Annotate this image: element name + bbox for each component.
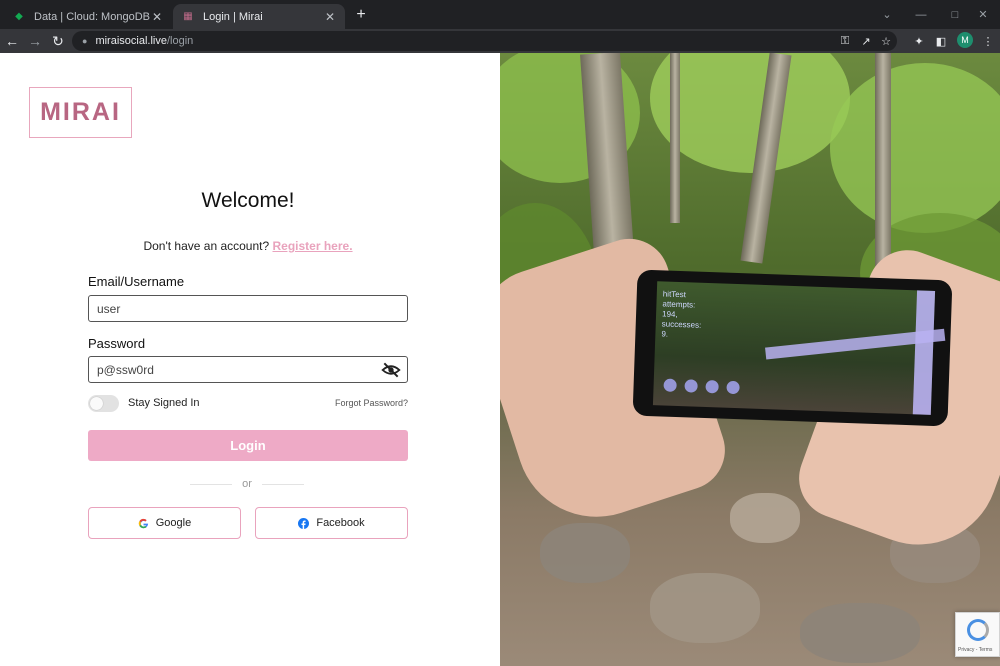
menu-icon[interactable]: ⋮: [980, 33, 996, 49]
register-link[interactable]: Register here.: [273, 239, 353, 253]
recaptcha-badge[interactable]: Privacy - Terms: [955, 612, 1000, 657]
back-icon[interactable]: ←: [3, 32, 21, 50]
stay-signed-in-label: Stay Signed In: [128, 397, 200, 409]
facebook-label: Facebook: [316, 517, 365, 529]
login-panel: MIRAI Welcome! Don't have an account? Re…: [0, 53, 500, 666]
key-icon[interactable]: ⚿: [837, 33, 853, 49]
eye-slash-icon[interactable]: [381, 361, 401, 379]
divider-line: [190, 483, 233, 485]
rock: [800, 603, 920, 663]
share-icon[interactable]: ↗: [858, 33, 874, 49]
mirai-logo[interactable]: MIRAI: [29, 87, 132, 138]
mongodb-leaf-icon: ◆: [15, 11, 23, 22]
browser-tab-mirai[interactable]: ▦ Login | Mirai ✕: [173, 4, 345, 29]
password-field[interactable]: p@ssw0rd: [88, 356, 408, 383]
new-tab-icon[interactable]: +: [352, 6, 370, 24]
tab-title: Login | Mirai: [203, 10, 263, 23]
email-field[interactable]: user: [88, 295, 408, 322]
close-tab-icon[interactable]: ✕: [150, 10, 164, 24]
register-prompt: Don't have an account? Register here.: [88, 239, 408, 253]
page-title: Welcome!: [201, 189, 295, 212]
email-label: Email/Username: [88, 274, 185, 289]
foliage: [650, 53, 850, 173]
ar-controls: [663, 378, 747, 395]
browser-tab-mongodb[interactable]: ◆ Data | Cloud: MongoDB Cloud ✕: [4, 4, 172, 29]
rock: [540, 523, 630, 583]
rock: [650, 573, 760, 643]
forward-icon[interactable]: →: [26, 32, 44, 50]
google-icon: [138, 518, 148, 528]
or-text: or: [242, 478, 252, 490]
ar-control-button: [663, 378, 677, 392]
tree-trunk: [875, 53, 891, 273]
profile-avatar[interactable]: M: [957, 32, 973, 48]
mirai-icon: ▦: [183, 11, 193, 22]
ar-control-button: [705, 379, 719, 394]
facebook-icon: [298, 517, 310, 529]
or-divider: or: [190, 477, 304, 491]
email-value: user: [97, 301, 121, 316]
lock-icon: ●: [82, 36, 88, 46]
bookmark-star-icon[interactable]: ☆: [878, 33, 894, 49]
ar-screen: hitTest attempts: 194, successes: 9.: [652, 281, 946, 415]
url-path: /login: [166, 35, 194, 47]
logo-text: MIRAI: [40, 98, 121, 126]
minimize-icon[interactable]: —: [904, 0, 938, 29]
recaptcha-links[interactable]: Privacy - Terms: [958, 647, 992, 653]
ar-side-panel: [912, 290, 936, 415]
tab-search-icon[interactable]: ⌄: [870, 0, 904, 29]
ar-control-button: [684, 379, 698, 393]
reload-icon[interactable]: ↻: [49, 32, 67, 50]
forgot-password-link[interactable]: Forgot Password?: [335, 398, 408, 408]
login-button[interactable]: Login: [88, 430, 408, 461]
ar-control-button: [726, 380, 740, 395]
facebook-login-button[interactable]: Facebook: [255, 507, 408, 539]
hero-photo: hitTest attempts: 194, successes: 9.: [500, 53, 1000, 666]
overlay-line: 9.: [661, 329, 669, 339]
stay-signed-in-row: Stay Signed In Forgot Password?: [88, 394, 408, 412]
password-label: Password: [88, 336, 146, 351]
rock: [730, 493, 800, 543]
close-window-icon[interactable]: ✕: [966, 0, 1000, 29]
browser-tab-bar: ◆ Data | Cloud: MongoDB Cloud ✕ ▦ Login …: [0, 0, 1000, 29]
address-bar[interactable]: ● miraisocial.live/login: [72, 31, 897, 51]
ar-debug-overlay: hitTest attempts: 194, successes: 9.: [661, 289, 702, 340]
side-panel-icon[interactable]: ◧: [933, 33, 949, 49]
google-label: Google: [155, 517, 192, 529]
close-tab-icon[interactable]: ✕: [323, 10, 337, 24]
url-host: miraisocial.live: [95, 35, 167, 47]
browser-toolbar: ← → ↻ ● miraisocial.live/login ⚿ ↗ ☆ ✦ ◧…: [0, 29, 1000, 53]
recaptcha-icon: [967, 619, 989, 641]
tab-title: Data | Cloud: MongoDB Cloud: [34, 10, 150, 23]
foliage: [830, 63, 1000, 233]
google-login-button[interactable]: Google: [88, 507, 241, 539]
stay-signed-in-toggle[interactable]: [88, 394, 119, 412]
phone-device: hitTest attempts: 194, successes: 9.: [632, 269, 953, 427]
password-value: p@ssw0rd: [97, 362, 154, 377]
divider-line: [261, 483, 304, 485]
no-account-text: Don't have an account?: [143, 239, 270, 253]
extensions-icon[interactable]: ✦: [911, 33, 927, 49]
tree-trunk: [670, 53, 680, 223]
page: MIRAI Welcome! Don't have an account? Re…: [0, 53, 1000, 666]
